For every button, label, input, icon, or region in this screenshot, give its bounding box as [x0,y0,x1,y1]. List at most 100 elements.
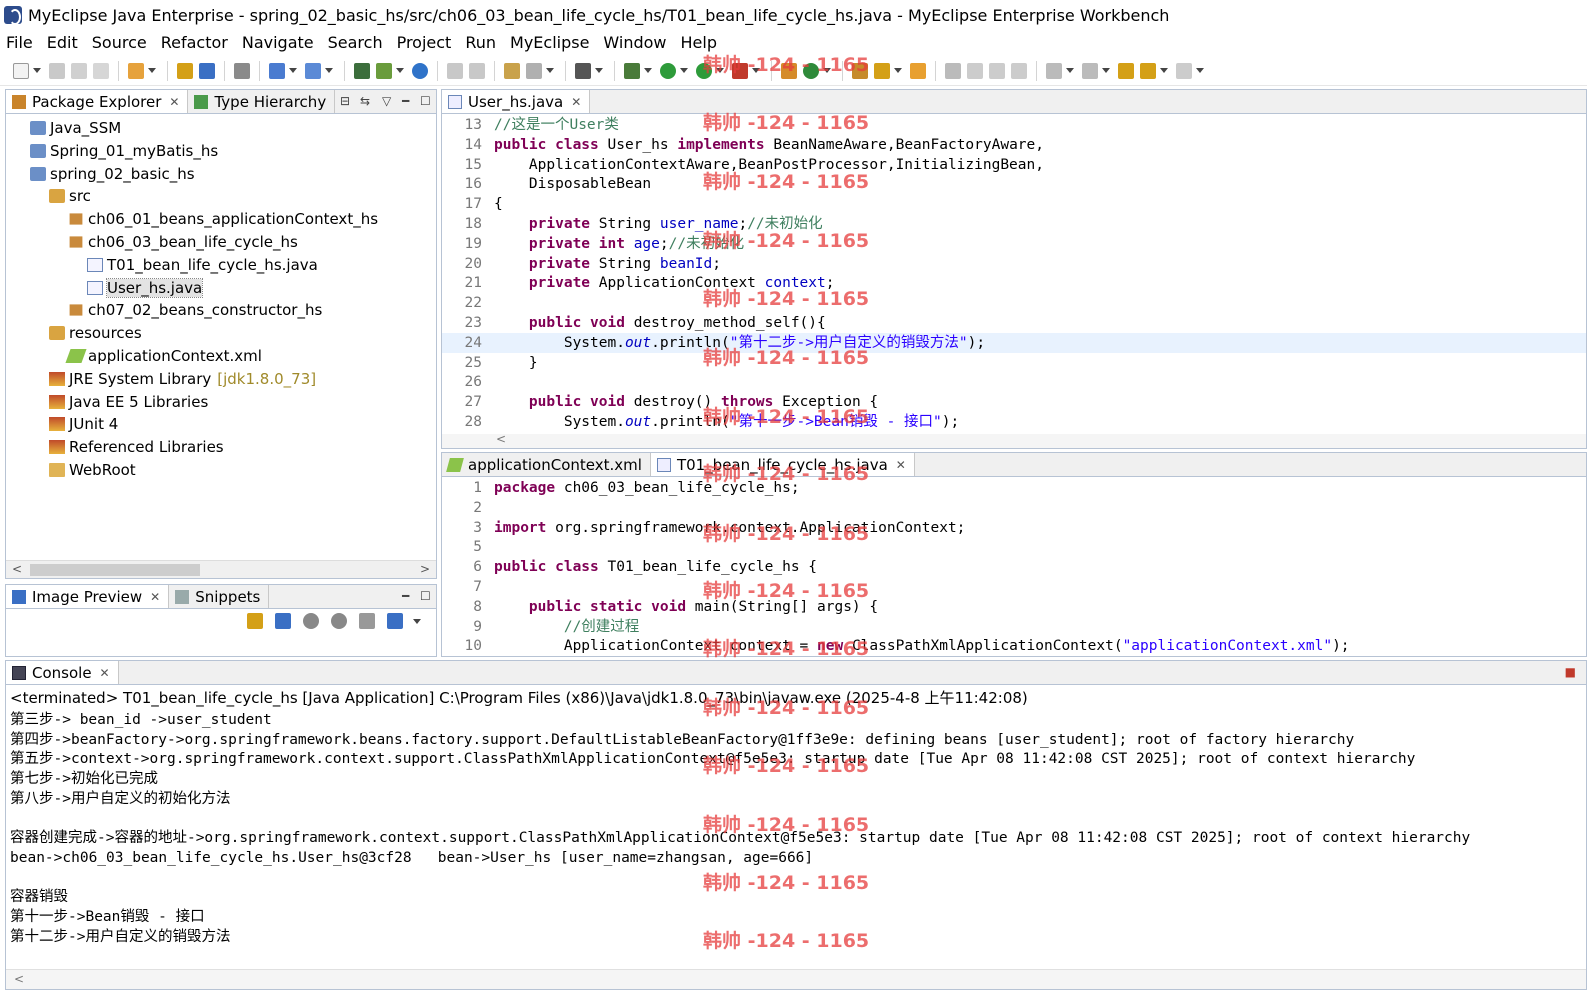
tree-item[interactable]: ch07_02_beans_constructor_hs [68,299,322,321]
run-dropdown-icon[interactable] [680,68,688,73]
tree-item[interactable]: ch06_03_bean_life_cycle_hs [68,231,298,253]
view-menu-icon[interactable] [413,618,421,624]
external-tools-dropdown-icon[interactable] [752,68,760,73]
new-project-icon[interactable] [128,62,144,79]
link-editor-icon[interactable]: ⇆ [360,94,370,108]
build-icon[interactable] [376,62,392,79]
menu-run[interactable]: Run [465,33,496,52]
minimize-icon[interactable]: ━ [402,94,409,108]
zoom-in-icon[interactable] [331,613,347,629]
code-area-top[interactable]: 13 //这是一个User类 14 public class User_hs impl… [442,115,1586,448]
pencil-dropdown-icon[interactable] [894,68,902,73]
tree-item[interactable]: User_hs.java [87,277,204,299]
zoom-out-icon[interactable] [303,613,319,629]
print-icon[interactable] [93,62,109,79]
prev-annotation-dropdown-icon[interactable] [1102,68,1110,73]
menu-navigate[interactable]: Navigate [242,33,314,52]
toggle-mark-icon[interactable] [945,62,961,79]
server-icon[interactable] [199,62,215,79]
camera-icon[interactable] [575,62,591,79]
tree-item[interactable]: Spring_01_myBatis_hs [30,140,218,162]
deploy-icon[interactable] [177,62,193,79]
menu-search[interactable]: Search [328,33,383,52]
close-icon[interactable]: ✕ [896,458,906,472]
browser-icon[interactable] [412,62,428,79]
open-folder-icon[interactable] [852,62,868,79]
back-icon[interactable] [1140,62,1156,79]
tab-user-hs-java[interactable]: User_hs.java ✕ [442,90,591,113]
next-annotation-icon[interactable] [1046,62,1062,79]
menu-window[interactable]: Window [603,33,666,52]
tree-item[interactable]: spring_02_basic_hs [30,163,195,185]
tree-item[interactable]: Java_SSM [30,117,121,139]
whitespace-icon[interactable] [1011,62,1027,79]
close-icon[interactable]: ✕ [571,95,581,109]
tab-t01-bean-life-cycle-java[interactable]: T01_bean_life_cycle_hs.java ✕ [650,453,915,476]
menu-refactor[interactable]: Refactor [161,33,228,52]
back-dropdown-icon[interactable] [1160,68,1168,73]
tool-icon[interactable] [447,62,463,79]
tree-item[interactable]: JUnit 4 [49,413,118,435]
tree-item[interactable]: JRE System Library [jdk1.8.0_73] [49,368,316,390]
scroll-left-icon[interactable]: < [14,972,24,986]
build-dropdown-icon[interactable] [396,68,404,73]
minimize-icon[interactable]: ━ [402,589,409,603]
view-menu-icon[interactable]: ▽ [382,94,391,108]
report-icon[interactable] [526,62,542,79]
close-icon[interactable]: ✕ [150,590,160,604]
save-icon[interactable] [49,62,65,79]
horizontal-scrollbar[interactable]: < [442,432,1586,448]
next-annotation-dropdown-icon[interactable] [1066,68,1074,73]
search-dropdown-icon[interactable] [325,68,333,73]
menu-myeclipse[interactable]: MyEclipse [510,33,589,52]
actual-size-icon[interactable] [359,613,375,629]
tab-image-preview[interactable]: Image Preview ✕ [6,585,170,608]
run-last-icon[interactable] [696,62,712,79]
new-package-icon[interactable] [781,62,797,79]
tool2-icon[interactable] [469,62,485,79]
debug-icon[interactable] [624,62,640,79]
debug-dropdown-icon[interactable] [644,68,652,73]
tree-item[interactable]: applicationContext.xml [65,345,262,367]
tree-item[interactable]: WebRoot [49,459,136,481]
last-edit-icon[interactable] [1118,62,1134,79]
new-class-icon[interactable] [803,62,819,79]
open-type-dropdown-icon[interactable] [289,68,297,73]
fit-icon[interactable] [275,613,291,629]
folder-icon[interactable] [910,62,926,79]
tree-item[interactable]: resources [49,322,142,344]
scrollbar-thumb[interactable] [30,564,200,576]
horizontal-scrollbar[interactable]: < [6,969,1586,989]
menu-project[interactable]: Project [397,33,452,52]
close-icon[interactable]: ✕ [169,95,179,109]
report-dropdown-icon[interactable] [546,68,554,73]
close-icon[interactable]: ✕ [100,666,110,680]
tab-application-context-xml[interactable]: applicationContext.xml [442,453,651,476]
menu-source[interactable]: Source [92,33,147,52]
menu-file[interactable]: File [6,33,33,52]
forward-dropdown-icon[interactable] [1196,68,1204,73]
maximize-icon[interactable]: ☐ [420,589,431,603]
sync-icon[interactable] [247,613,263,629]
database-icon[interactable] [234,62,250,79]
tree-item[interactable]: Referenced Libraries [49,436,224,458]
forward-icon[interactable] [1176,62,1192,79]
menu-edit[interactable]: Edit [47,33,78,52]
external-tools-icon[interactable] [732,62,748,79]
fit-window-icon[interactable] [387,613,403,629]
code-area-bottom[interactable]: 1 package ch06_03_bean_life_cycle_hs; 2 3 im… [442,478,1586,656]
scroll-right-icon[interactable]: > [420,562,430,576]
console-output[interactable]: 第三步-> bean_id ->user_student 第四步->beanFac… [10,710,1586,969]
highlight-icon[interactable] [967,62,983,79]
tab-package-explorer[interactable]: Package Explorer ✕ [6,90,189,113]
camera-dropdown-icon[interactable] [595,68,603,73]
new-class-dropdown-icon[interactable] [823,68,831,73]
new-project-dropdown-icon[interactable] [148,68,156,73]
wizard-icon[interactable] [504,62,520,79]
new-icon[interactable] [13,62,29,79]
tab-type-hierarchy[interactable]: Type Hierarchy [188,90,336,113]
run-server-icon[interactable] [354,62,370,79]
new-dropdown-icon[interactable] [33,68,41,73]
tab-snippets[interactable]: Snippets [169,585,270,608]
prev-annotation-icon[interactable] [1082,62,1098,79]
